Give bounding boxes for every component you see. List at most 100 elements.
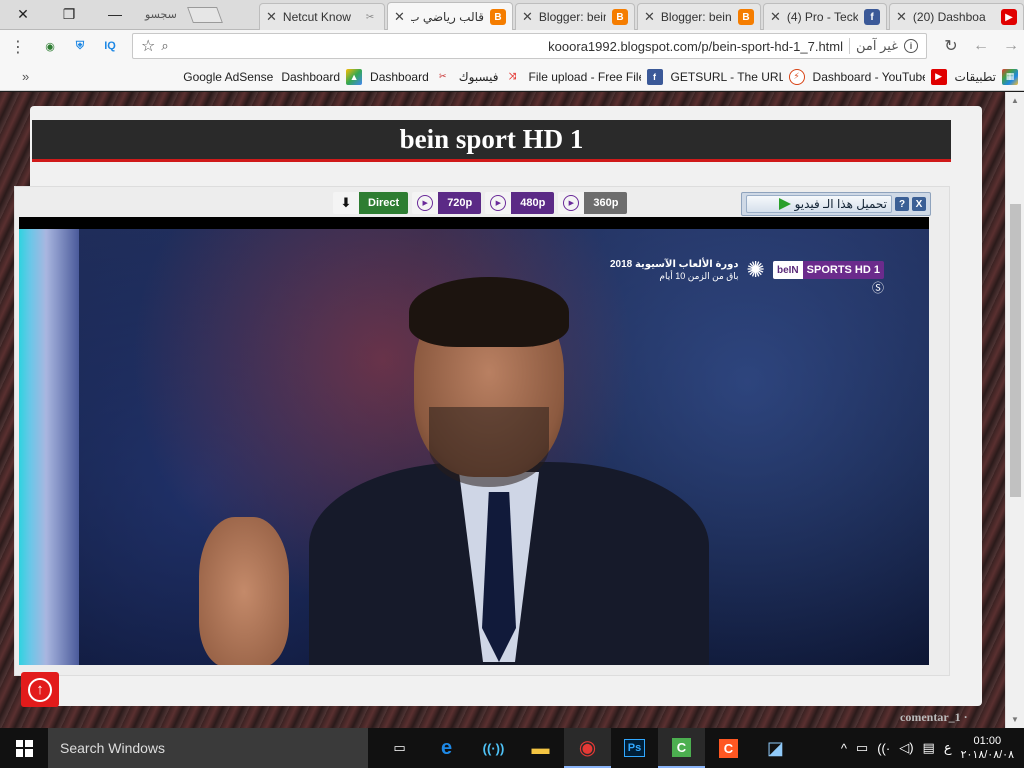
quality-label: 480p [511, 192, 555, 214]
start-button[interactable] [0, 728, 48, 768]
tab-netcut[interactable]: ✂ Netcut Know ✕ [259, 3, 385, 30]
chrome-icon[interactable]: ◉ [564, 728, 611, 768]
maximize-window-icon[interactable]: ❐ [46, 0, 92, 28]
volume-icon[interactable]: ◁) [899, 740, 913, 756]
extensions: ◉ ⛨ IQ [40, 36, 120, 56]
clock[interactable]: 01:00 ٢٠١٨/٠٨/٠٨ [961, 734, 1014, 763]
camtasia-recorder-icon[interactable]: C [705, 728, 752, 768]
bookmark-file-upload[interactable]: f File upload - Free File [529, 68, 663, 85]
adguard-icon[interactable]: ⛨ [70, 36, 90, 56]
notifications-icon[interactable]: ▤ [923, 740, 935, 756]
blogger-icon: B [490, 9, 506, 25]
tab-title: (20) Dashboa [912, 10, 986, 24]
bookmark-label: فيسبوك [458, 69, 499, 84]
page-viewport: bein sport HD 1 ⬇ Direct ▶ 720p ▶ 480p ▶… [0, 92, 1005, 728]
address-bar[interactable]: i غير آمن kooora1992.blogspot.com/p/bein… [132, 33, 927, 59]
minimize-window-icon[interactable]: — [92, 0, 138, 28]
bookmark-youtube-dashboard[interactable]: ▶ Dashboard - YouTube [813, 68, 947, 85]
browser-toolbar: → ← ↻ i غير آمن kooora1992.blogspot.com/… [0, 30, 1024, 63]
reload-icon[interactable]: ↻ [938, 34, 964, 58]
event-overlay: دورة الألعاب الآسيوية 2018 باق من الزمن … [609, 258, 739, 281]
facebook-icon: f [864, 9, 880, 25]
close-window-icon[interactable]: ✕ [0, 0, 46, 28]
scissors-icon: ✂ [365, 11, 375, 23]
close-icon[interactable]: X [912, 197, 926, 211]
wifi-icon[interactable]: ((· [877, 741, 890, 756]
video-player[interactable]: دورة الألعاب الآسيوية 2018 باق من الزمن … [19, 217, 929, 665]
profile-label: سجسو [145, 9, 177, 21]
bookmark-dashboard-2[interactable]: ▲ Dashboard [281, 68, 363, 85]
nav-buttons: → ← ↻ [938, 34, 1024, 58]
bookmark-adsense[interactable]: Google AdSense [183, 70, 273, 84]
bookmark-label: Google AdSense [183, 69, 274, 84]
blogger-icon: B [738, 9, 754, 25]
zoom-icon[interactable]: ⌕ [161, 38, 168, 54]
quality-720p-button[interactable]: ▶ 720p [412, 192, 482, 214]
bookmark-star-icon[interactable]: ☆ [141, 36, 155, 56]
tab-title: (4) Pro - Teck [786, 10, 858, 24]
battery-icon[interactable]: ▭ [856, 740, 868, 756]
system-tray: ^ ▭ ((· ◁) ▤ ع 01:00 ٢٠١٨/٠٨/٠٨ [841, 728, 1024, 768]
task-view-icon[interactable]: ▭ [376, 728, 423, 768]
close-tab-icon[interactable]: ✕ [266, 9, 277, 25]
taskbar-search[interactable]: Search Windows [48, 728, 368, 768]
chevron-up-icon[interactable]: ^ [841, 741, 847, 756]
quality-label: Direct [359, 192, 409, 214]
presenter-image [199, 277, 729, 665]
photoshop-icon[interactable]: Ps [611, 728, 658, 768]
download-video-button[interactable]: تحميل هذا الـ فيديو [746, 195, 892, 213]
bookmark-dashboard-1[interactable]: ✂ Dashboard [370, 69, 451, 85]
close-tab-icon[interactable]: ✕ [644, 9, 655, 25]
tab-title: Blogger: bein [660, 10, 732, 24]
close-tab-icon[interactable]: ✕ [394, 9, 405, 25]
studio-panel [19, 229, 79, 665]
new-tab-button[interactable] [187, 7, 223, 23]
apps-grid-icon: ▦ [1002, 68, 1018, 85]
tab-title: قالب رياضي ب [410, 10, 484, 24]
quality-direct-button[interactable]: ⬇ Direct [333, 192, 409, 214]
tab-blogger-1[interactable]: B Blogger: bein ✕ [637, 3, 761, 30]
play-triangle-icon [778, 198, 791, 210]
back-arrow-icon[interactable]: → [998, 34, 1024, 58]
info-icon[interactable]: i [904, 39, 918, 53]
tab-title: Netcut Know [282, 10, 351, 24]
bookmark-label: Dashboard [370, 69, 429, 84]
globe-icon[interactable]: ◉ [40, 36, 60, 56]
scrollbar-thumb[interactable] [1010, 204, 1021, 497]
page-scrollbar[interactable]: ▲ ▼ [1005, 92, 1024, 728]
quality-480p-button[interactable]: ▶ 480p [485, 192, 555, 214]
quality-360p-button[interactable]: ▶ 360p [558, 192, 628, 214]
iq-icon[interactable]: IQ [100, 36, 120, 56]
menu-icon[interactable]: ⋮ [10, 37, 26, 57]
clock-time: 01:00 [973, 734, 1002, 747]
tab-active-page[interactable]: B قالب رياضي ب ✕ [387, 2, 513, 31]
bookmark-getsurl[interactable]: ⚡ GETSURL - The URL sh [671, 68, 805, 85]
network-app-icon[interactable]: ((·)) [470, 728, 517, 768]
tab-facebook[interactable]: f (4) Pro - Teck ✕ [763, 3, 887, 30]
input-language[interactable]: ع [944, 740, 952, 756]
bookmark-facebook[interactable]: ⤨ فيسبوك [459, 69, 521, 85]
page-title-bar: bein sport HD 1 [32, 120, 951, 162]
close-tab-icon[interactable]: ✕ [770, 9, 781, 25]
notepad-icon[interactable]: ◪ [752, 728, 799, 768]
scroll-up-icon[interactable]: ▲ [1011, 96, 1019, 105]
close-tab-icon[interactable]: ✕ [522, 9, 533, 25]
close-tab-icon[interactable]: ✕ [896, 9, 907, 25]
clock-date: ٢٠١٨/٠٨/٠٨ [960, 749, 1014, 761]
tab-title: Blogger: bein [538, 10, 606, 24]
comment-link[interactable]: comentar_1 · [900, 710, 968, 725]
bookmark-apps[interactable]: ▦ تطبيقات [955, 68, 1018, 85]
edge-icon[interactable]: e [423, 728, 470, 768]
security-label: غير آمن [856, 38, 898, 53]
back-to-top-button[interactable]: ↑ [21, 672, 59, 707]
camtasia-icon[interactable]: C [658, 728, 705, 768]
forward-arrow-icon[interactable]: ← [968, 34, 994, 58]
scroll-down-icon[interactable]: ▼ [1011, 715, 1019, 724]
tab-blogger-2[interactable]: B Blogger: bein ✕ [515, 3, 635, 30]
help-icon[interactable]: ? [895, 197, 909, 211]
tab-youtube-dashboard[interactable]: ▶ (20) Dashboa ✕ [889, 3, 1024, 30]
more-bookmarks-icon[interactable]: » [22, 69, 29, 84]
video-download-bar: تحميل هذا الـ فيديو ? X [741, 192, 931, 216]
url-text[interactable]: kooora1992.blogspot.com/p/bein-sport-hd-… [548, 39, 843, 54]
file-explorer-icon[interactable]: ▬ [517, 728, 564, 768]
